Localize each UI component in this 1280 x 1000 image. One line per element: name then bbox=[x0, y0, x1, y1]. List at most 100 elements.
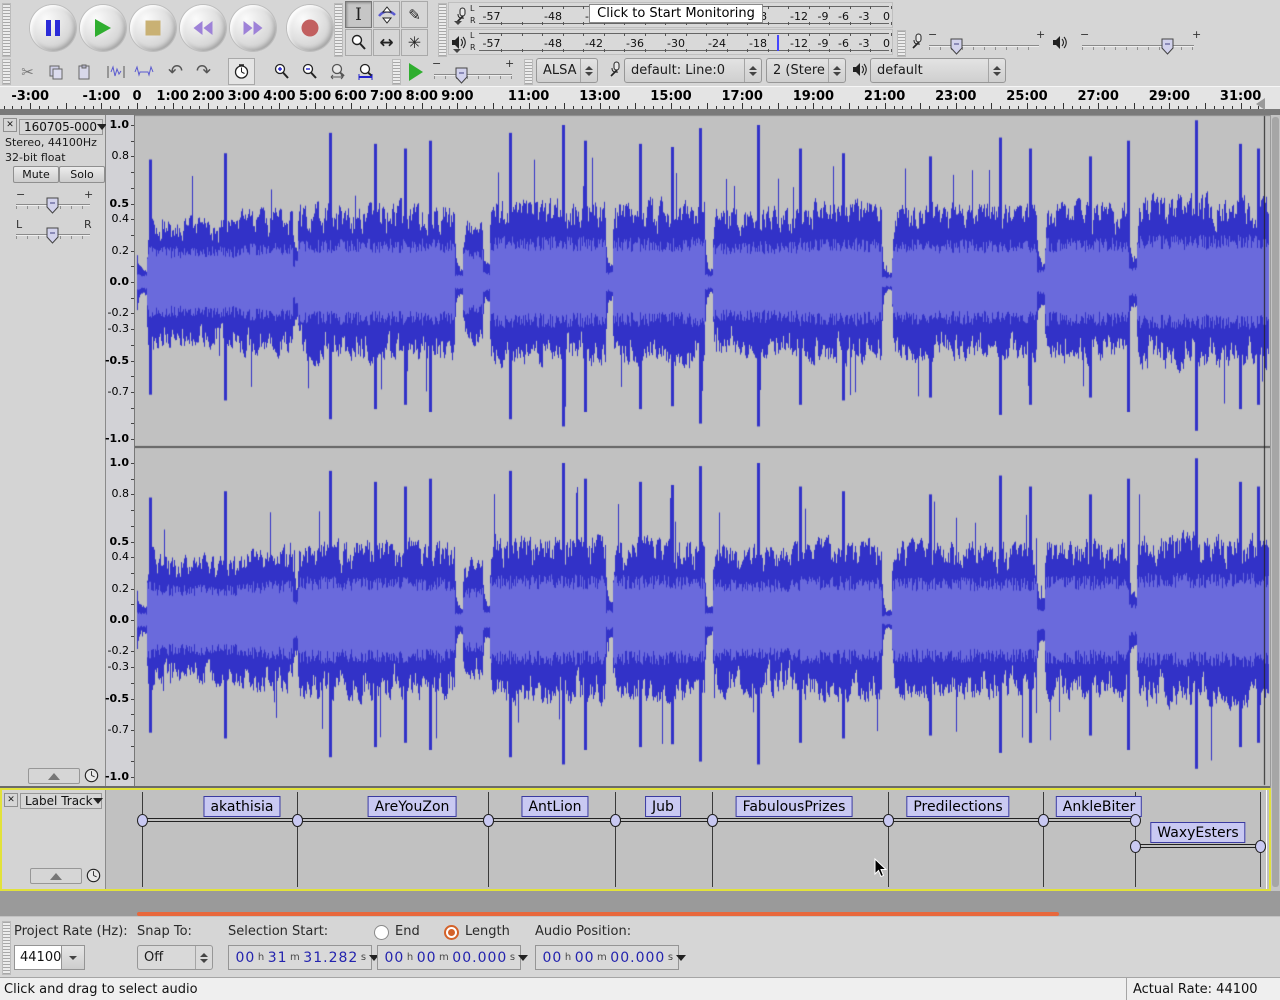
trim-button[interactable] bbox=[102, 58, 129, 85]
selection-end-radio-label[interactable]: End bbox=[395, 924, 420, 939]
label-handle[interactable] bbox=[292, 814, 303, 827]
label-handle[interactable] bbox=[137, 814, 148, 827]
forward-button[interactable] bbox=[230, 5, 276, 51]
undo-button[interactable]: ↶ bbox=[162, 58, 189, 85]
waveform-display[interactable] bbox=[135, 115, 1270, 786]
recording-channels-select[interactable]: 2 (Stere bbox=[766, 58, 846, 83]
collapse-track-button[interactable] bbox=[28, 768, 80, 784]
selection-toolbar-grip[interactable] bbox=[2, 921, 11, 975]
label-chip[interactable]: akathisia bbox=[203, 796, 280, 817]
pause-button[interactable] bbox=[30, 5, 76, 51]
stop-button[interactable] bbox=[130, 5, 176, 51]
label-boundary-line[interactable] bbox=[488, 792, 489, 887]
copy-button[interactable] bbox=[42, 58, 69, 85]
monitoring-tooltip[interactable]: Click to Start Monitoring bbox=[589, 4, 763, 23]
transcription-toolbar-grip[interactable] bbox=[392, 59, 401, 85]
sync-lock-button[interactable] bbox=[228, 58, 255, 85]
cut-button[interactable]: ✂ bbox=[14, 58, 41, 85]
label-chip[interactable]: WaxyEsters bbox=[1150, 822, 1245, 843]
label-chip[interactable]: Jub bbox=[645, 796, 681, 817]
label-chip[interactable]: FabulousPrizes bbox=[736, 796, 853, 817]
label-bar[interactable] bbox=[716, 818, 884, 822]
selection-length-radio-label[interactable]: Length bbox=[465, 924, 510, 939]
meter-dropdown-arrow[interactable] bbox=[454, 21, 462, 25]
mute-button[interactable]: Mute bbox=[13, 166, 59, 183]
tools-toolbar-grip[interactable] bbox=[334, 3, 343, 57]
speed-thumb[interactable] bbox=[455, 67, 468, 84]
output-volume-thumb[interactable] bbox=[1161, 38, 1174, 55]
solo-button[interactable]: Solo bbox=[59, 166, 105, 183]
zoom-out-button[interactable] bbox=[296, 58, 323, 85]
record-button[interactable] bbox=[287, 5, 333, 51]
meter-toolbar-grip[interactable] bbox=[438, 3, 447, 57]
label-boundary-line[interactable] bbox=[615, 792, 616, 887]
label-track-content[interactable]: akathisia AreYouZon AntLion Jub FabulousPriz… bbox=[135, 790, 1271, 889]
label-bar[interactable] bbox=[1047, 818, 1131, 822]
label-boundary-line[interactable] bbox=[888, 792, 889, 887]
close-label-track-button[interactable]: ✕ bbox=[4, 793, 18, 807]
fit-project-button[interactable] bbox=[352, 58, 379, 85]
meter-dropdown-arrow[interactable] bbox=[453, 49, 461, 53]
gain-thumb[interactable] bbox=[46, 197, 59, 214]
label-boundary-line[interactable] bbox=[142, 792, 143, 887]
play-at-speed-button[interactable] bbox=[402, 58, 429, 85]
vertical-scrollbar-thumb[interactable] bbox=[1272, 117, 1279, 887]
selection-end-radio[interactable] bbox=[374, 925, 389, 940]
input-volume-thumb[interactable] bbox=[950, 38, 963, 55]
label-bar[interactable] bbox=[146, 818, 293, 822]
play-button[interactable] bbox=[80, 5, 126, 51]
zoom-tool-button[interactable] bbox=[345, 29, 372, 56]
label-boundary-line[interactable] bbox=[712, 792, 713, 887]
spinner[interactable] bbox=[988, 59, 1005, 82]
selection-start-field[interactable]: 00h31m31.282s bbox=[228, 945, 372, 970]
redo-button[interactable]: ↷ bbox=[190, 58, 217, 85]
recording-meter[interactable]: L R -57-48-42-36-30-24-18-12-9-6-30 Clic… bbox=[448, 2, 893, 28]
time-dropdown-arrow[interactable] bbox=[518, 955, 528, 961]
timeline-ruler[interactable]: -3:00-1:0001:002:003:004:005:006:007:008… bbox=[0, 86, 1280, 110]
label-handle[interactable] bbox=[1038, 814, 1049, 827]
paste-button[interactable] bbox=[70, 58, 97, 85]
label-bar[interactable] bbox=[1139, 844, 1256, 848]
collapse-label-track-button[interactable] bbox=[30, 868, 82, 884]
label-chip[interactable]: AreYouZon bbox=[368, 796, 457, 817]
label-handle[interactable] bbox=[883, 814, 894, 827]
amplitude-ruler[interactable]: 1.00.80.50.40.20.0-0.2-0.3-0.5-0.7-1.01.… bbox=[106, 115, 135, 788]
selection-tool-button[interactable]: I bbox=[345, 1, 372, 28]
label-handle[interactable] bbox=[610, 814, 621, 827]
spinner[interactable] bbox=[828, 59, 845, 82]
playback-meter[interactable]: L R -57-48-42-36-30-24-18-12-9-6-30 bbox=[448, 29, 893, 55]
zoom-in-button[interactable] bbox=[268, 58, 295, 85]
label-handle[interactable] bbox=[1130, 814, 1141, 827]
timeshift-tool-button[interactable]: ↔ bbox=[373, 29, 400, 56]
spinner[interactable] bbox=[744, 59, 761, 82]
fit-selection-button[interactable] bbox=[324, 58, 351, 85]
envelope-tool-button[interactable] bbox=[373, 1, 400, 28]
selection-length-radio[interactable] bbox=[444, 925, 459, 940]
label-bar[interactable] bbox=[301, 818, 484, 822]
edit-toolbar-grip[interactable] bbox=[2, 59, 11, 85]
label-chip[interactable]: Predilections bbox=[906, 796, 1009, 817]
rewind-button[interactable] bbox=[180, 5, 226, 51]
pan-thumb[interactable] bbox=[46, 227, 59, 244]
vertical-scrollbar[interactable] bbox=[1270, 115, 1280, 891]
label-boundary-line[interactable] bbox=[297, 792, 298, 887]
project-rate-dropdown[interactable] bbox=[61, 945, 85, 970]
label-bar[interactable] bbox=[892, 818, 1039, 822]
playback-speed-slider[interactable] bbox=[434, 74, 512, 75]
audio-host-select[interactable]: ALSA bbox=[536, 58, 598, 83]
multi-tool-button[interactable]: ✳ bbox=[401, 29, 428, 56]
selection-length-field[interactable]: 00h00m00.000s bbox=[377, 945, 521, 970]
label-handle[interactable] bbox=[483, 814, 494, 827]
time-dropdown-arrow[interactable] bbox=[676, 955, 686, 961]
label-handle[interactable] bbox=[1255, 840, 1266, 853]
label-bar[interactable] bbox=[619, 818, 708, 822]
silence-button[interactable] bbox=[130, 58, 157, 85]
mixer-toolbar-grip[interactable] bbox=[897, 30, 906, 57]
label-chip[interactable]: AntLion bbox=[521, 796, 588, 817]
label-bar[interactable] bbox=[492, 818, 611, 822]
spinner[interactable] bbox=[195, 946, 212, 969]
track-title-menu[interactable]: 160705-000 bbox=[19, 119, 103, 135]
input-volume-slider[interactable] bbox=[929, 45, 1039, 46]
label-handle[interactable] bbox=[707, 814, 718, 827]
project-rate-input[interactable]: 44100 bbox=[14, 945, 62, 970]
